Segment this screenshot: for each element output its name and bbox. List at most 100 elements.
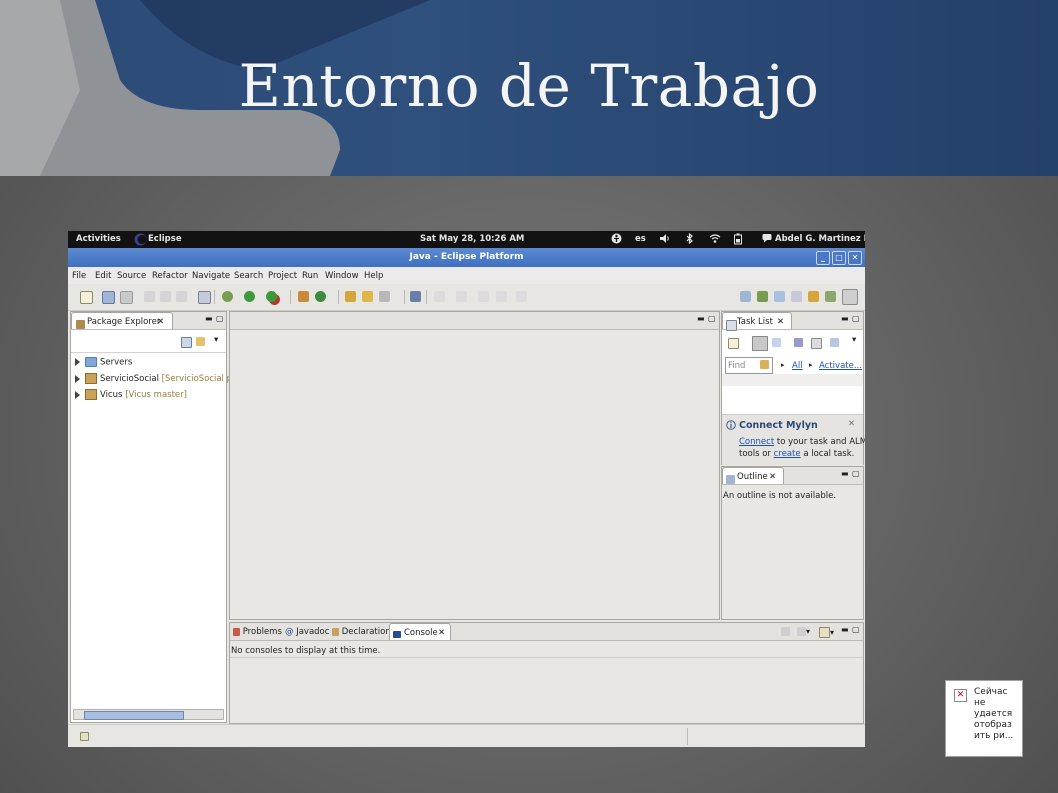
clear-find-icon[interactable] xyxy=(760,360,769,370)
tree-item-vicus[interactable]: Vicus [Vicus master] xyxy=(75,389,187,400)
tab-task-list[interactable]: Task List ✕ xyxy=(722,312,792,331)
view-menu-icon[interactable]: ▾ xyxy=(852,335,856,345)
close-mylyn-icon[interactable]: ✕ xyxy=(848,419,855,429)
save-icon[interactable] xyxy=(102,291,115,304)
menu-refactor[interactable]: Refactor xyxy=(152,271,188,281)
tab-problems[interactable]: Problems xyxy=(233,627,282,637)
menu-run[interactable]: Run xyxy=(302,271,318,281)
open-folder-icon[interactable] xyxy=(362,291,373,302)
print-icon[interactable] xyxy=(144,291,155,302)
collapse-all-icon[interactable] xyxy=(181,337,192,348)
maximize-view-icon[interactable]: ▢ xyxy=(852,469,860,478)
minimize-view-icon[interactable]: ▬ xyxy=(205,314,213,323)
sync-icon[interactable] xyxy=(830,338,839,348)
java-perspective-icon[interactable] xyxy=(842,289,858,305)
menu-navigate[interactable]: Navigate xyxy=(192,271,230,281)
perspective-2-icon[interactable] xyxy=(757,291,768,302)
maximize-view-icon[interactable]: ▢ xyxy=(852,625,860,634)
hide-completed-icon[interactable] xyxy=(794,338,803,348)
close-tab-icon[interactable]: ✕ xyxy=(157,317,164,327)
run-external-icon[interactable] xyxy=(266,291,277,302)
next-annotation-icon[interactable] xyxy=(434,291,445,302)
menu-help[interactable]: Help xyxy=(364,271,383,281)
activate-task-link[interactable]: Activate... xyxy=(819,361,862,371)
minimize-view-icon[interactable]: ▬ xyxy=(841,625,849,634)
close-button[interactable]: ✕ xyxy=(848,251,862,265)
new-icon[interactable] xyxy=(80,291,93,304)
tab-outline[interactable]: Outline ✕ xyxy=(722,467,784,484)
perspective-3-icon[interactable] xyxy=(774,291,785,302)
create-link[interactable]: create xyxy=(774,449,801,459)
accessibility-icon[interactable] xyxy=(611,233,622,247)
debug-icon[interactable] xyxy=(222,291,233,302)
menu-window[interactable]: Window xyxy=(325,271,359,281)
new-java-project-icon[interactable] xyxy=(298,291,309,302)
back-icon[interactable] xyxy=(496,291,507,302)
close-tab-icon[interactable]: ✕ xyxy=(769,472,776,482)
expand-arrow-icon[interactable] xyxy=(75,358,80,366)
tree-item-serviciosocial[interactable]: ServicioSocial [ServicioSocial proc xyxy=(75,373,245,384)
settings-gear-icon[interactable] xyxy=(410,291,421,302)
open-console-icon[interactable]: ▾ xyxy=(819,627,834,638)
new-task-icon[interactable] xyxy=(728,338,739,349)
menu-edit[interactable]: Edit xyxy=(95,271,111,281)
maximize-button[interactable]: □ xyxy=(832,251,846,265)
chat-icon[interactable] xyxy=(762,233,772,246)
keyboard-layout[interactable]: es xyxy=(635,234,646,244)
battery-icon[interactable] xyxy=(733,233,743,248)
menu-file[interactable]: File xyxy=(72,271,86,281)
clock[interactable]: Sat May 28, 10:26 AM xyxy=(420,234,524,244)
menu-search[interactable]: Search xyxy=(234,271,263,281)
maximize-view-icon[interactable]: ▢ xyxy=(708,314,716,323)
menu-project[interactable]: Project xyxy=(268,271,297,281)
bluetooth-icon[interactable] xyxy=(685,232,694,247)
menu-source[interactable]: Source xyxy=(117,271,146,281)
prev-annotation-icon[interactable] xyxy=(456,291,467,302)
perspective-1-icon[interactable] xyxy=(740,291,751,302)
forward-icon[interactable] xyxy=(516,291,527,302)
app-menu[interactable]: Eclipse xyxy=(148,234,182,244)
expand-arrow-icon[interactable] xyxy=(75,390,80,399)
activities-button[interactable]: Activities xyxy=(76,234,121,244)
scrollbar-thumb[interactable] xyxy=(84,711,184,720)
pin-console-icon[interactable] xyxy=(781,627,790,636)
minimize-view-icon[interactable]: ▬ xyxy=(841,469,849,478)
open-type-icon[interactable] xyxy=(198,291,211,304)
tab-javadoc[interactable]: @ Javadoc xyxy=(285,627,329,637)
paste-icon[interactable] xyxy=(176,291,187,302)
perspective-5-icon[interactable] xyxy=(808,291,819,302)
perspective-6-icon[interactable] xyxy=(825,291,836,302)
find-field[interactable]: Find xyxy=(725,357,773,374)
minimize-view-icon[interactable]: ▬ xyxy=(697,314,705,323)
all-working-sets-link[interactable]: All xyxy=(792,361,803,371)
tab-console[interactable]: Console ✕ xyxy=(389,623,451,640)
close-tab-icon[interactable]: ✕ xyxy=(438,628,445,638)
copy-icon[interactable] xyxy=(160,291,171,302)
user-menu[interactable]: Abdel G. Martinez L xyxy=(775,234,865,244)
close-tab-icon[interactable]: ✕ xyxy=(777,317,784,327)
horizontal-scrollbar[interactable] xyxy=(73,709,224,720)
categorized-icon[interactable] xyxy=(752,336,768,351)
collapse-all-icon[interactable] xyxy=(811,338,822,349)
minimize-view-icon[interactable]: ▬ xyxy=(841,314,849,323)
save-all-icon[interactable] xyxy=(120,291,133,304)
display-console-icon[interactable]: ▾ xyxy=(797,627,810,636)
tab-declaration[interactable]: Declaration xyxy=(332,627,391,637)
search-icon[interactable] xyxy=(379,291,390,302)
maximize-view-icon[interactable]: ▢ xyxy=(852,314,860,323)
scheduled-icon[interactable] xyxy=(772,338,781,348)
new-class-icon[interactable] xyxy=(315,291,326,302)
open-type-hierarchy-icon[interactable] xyxy=(345,291,356,302)
tab-package-explorer[interactable]: Package Explorer ✕ xyxy=(71,312,173,329)
link-editor-icon[interactable] xyxy=(196,337,205,347)
expand-arrow-icon[interactable] xyxy=(75,374,80,383)
fast-view-icon[interactable] xyxy=(80,732,89,742)
tree-item-servers[interactable]: Servers xyxy=(75,357,132,368)
minimize-button[interactable]: _ xyxy=(816,251,830,265)
wifi-icon[interactable] xyxy=(709,233,721,247)
connect-link[interactable]: Connect xyxy=(739,437,774,447)
run-icon[interactable] xyxy=(244,291,255,302)
perspective-4-icon[interactable] xyxy=(791,291,802,302)
last-edit-icon[interactable] xyxy=(478,291,489,302)
volume-icon[interactable] xyxy=(659,233,670,247)
